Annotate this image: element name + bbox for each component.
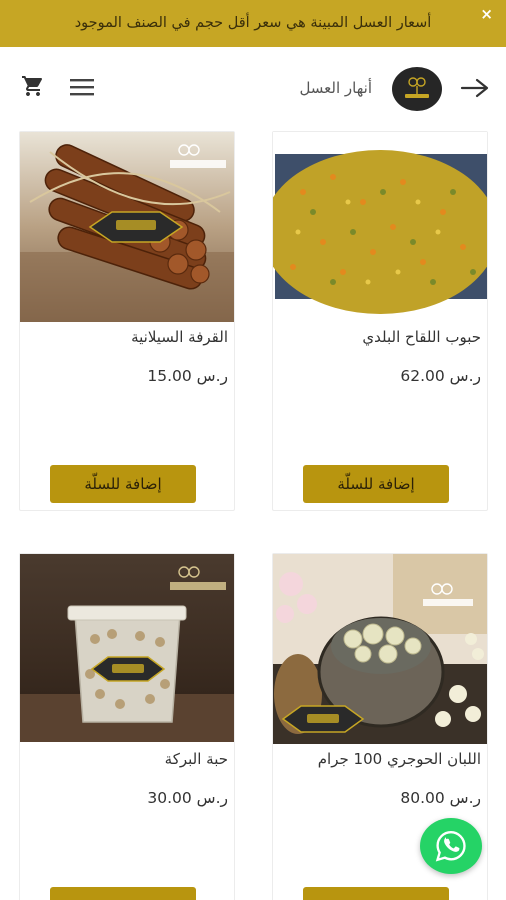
whatsapp-button[interactable] (420, 818, 482, 874)
add-to-cart-button[interactable] (50, 887, 196, 900)
product-price: ر.س 30.00 (147, 789, 228, 807)
product-price: ر.س 62.00 (400, 367, 481, 385)
product-price: ر.س 80.00 (400, 789, 481, 807)
logo-emblem-icon (405, 77, 429, 98)
store-name: أنهار العسل (299, 79, 372, 97)
whatsapp-icon (435, 831, 466, 862)
app-header: أنهار العسل (0, 47, 506, 131)
announcement-banner: أسعار العسل المبينة هي سعر أقل حجم في ال… (0, 0, 506, 47)
add-to-cart-button[interactable]: إضافة للسلّة (303, 465, 449, 503)
product-name[interactable]: اللبان الحوجري 100 جرام (318, 750, 481, 768)
product-name[interactable]: القرفة السيلانية (131, 328, 228, 346)
store-logo[interactable] (392, 67, 442, 111)
product-price: ر.س 15.00 (147, 367, 228, 385)
product-image[interactable] (273, 554, 487, 744)
close-icon[interactable]: × (480, 5, 493, 23)
product-image[interactable] (20, 132, 234, 322)
product-name[interactable]: حبوب اللقاح البلدي (362, 328, 481, 346)
cart-icon[interactable] (20, 74, 46, 98)
product-image[interactable] (273, 132, 487, 322)
banner-text: أسعار العسل المبينة هي سعر أقل حجم في ال… (74, 15, 432, 31)
product-card[interactable]: حبة البركة ر.س 30.00 (19, 553, 235, 900)
add-to-cart-button[interactable] (303, 887, 449, 900)
product-name[interactable]: حبة البركة (165, 750, 228, 768)
menu-icon[interactable] (70, 77, 94, 97)
product-card[interactable]: القرفة السيلانية ر.س 15.00 إضافة للسلّة (19, 131, 235, 511)
add-to-cart-button[interactable]: إضافة للسلّة (50, 465, 196, 503)
product-card[interactable]: حبوب اللقاح البلدي ر.س 62.00 إضافة للسلّ… (272, 131, 488, 511)
arrow-right-icon[interactable] (460, 77, 490, 99)
product-image[interactable] (20, 554, 234, 742)
